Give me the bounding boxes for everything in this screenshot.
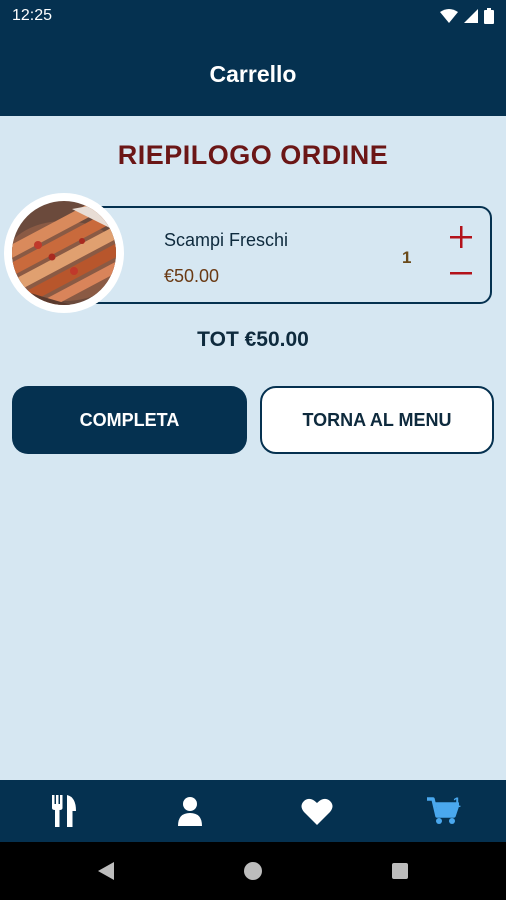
complete-order-button[interactable]: COMPLETA: [12, 386, 247, 454]
scampi-photo: [12, 201, 116, 305]
app-bar: Carrello: [0, 32, 506, 116]
increase-quantity-button[interactable]: [446, 222, 476, 252]
cart-item-card: Scampi Freschi €50.00 1: [64, 206, 492, 304]
cart-item-price: €50.00: [164, 266, 220, 286]
status-bar: 12:25: [0, 0, 506, 32]
decrease-quantity-button[interactable]: [446, 258, 476, 288]
signal-icon: [464, 9, 478, 23]
fork-knife-icon: [52, 795, 76, 827]
cart-item-quantity: 1: [402, 248, 412, 267]
nav-cart[interactable]: 1: [403, 780, 483, 842]
back-icon: [98, 862, 114, 880]
page-title: Carrello: [209, 60, 297, 87]
status-icons: [440, 8, 494, 24]
nav-menu[interactable]: [24, 780, 104, 842]
home-icon: [244, 862, 262, 880]
cart-count-badge: 1: [453, 794, 461, 810]
recents-icon: [392, 863, 408, 879]
user-icon: [178, 797, 202, 826]
back-button[interactable]: [94, 859, 118, 883]
back-to-menu-button[interactable]: TORNA AL MENU: [260, 386, 494, 454]
home-button[interactable]: [241, 859, 265, 883]
cart-item-name: Scampi Freschi: [164, 230, 289, 250]
cart-item-image-frame: [4, 193, 124, 313]
order-total: TOT €50.00: [197, 328, 309, 351]
recents-button[interactable]: [388, 859, 412, 883]
heart-icon: [301, 798, 333, 825]
nav-profile[interactable]: [150, 780, 230, 842]
nav-favorites[interactable]: [277, 780, 357, 842]
system-navigation-bar: [0, 842, 506, 900]
battery-icon: [484, 8, 494, 24]
minus-icon: [450, 272, 472, 275]
status-time: 12:25: [12, 7, 53, 24]
plus-icon: [450, 226, 472, 248]
order-summary-title: RIEPILOGO ORDINE: [117, 140, 389, 170]
cart-content: RIEPILOGO ORDINE Scampi Freschi €50.00 1: [0, 116, 506, 780]
wifi-icon: [440, 9, 458, 23]
bottom-navigation: 1: [0, 780, 506, 842]
